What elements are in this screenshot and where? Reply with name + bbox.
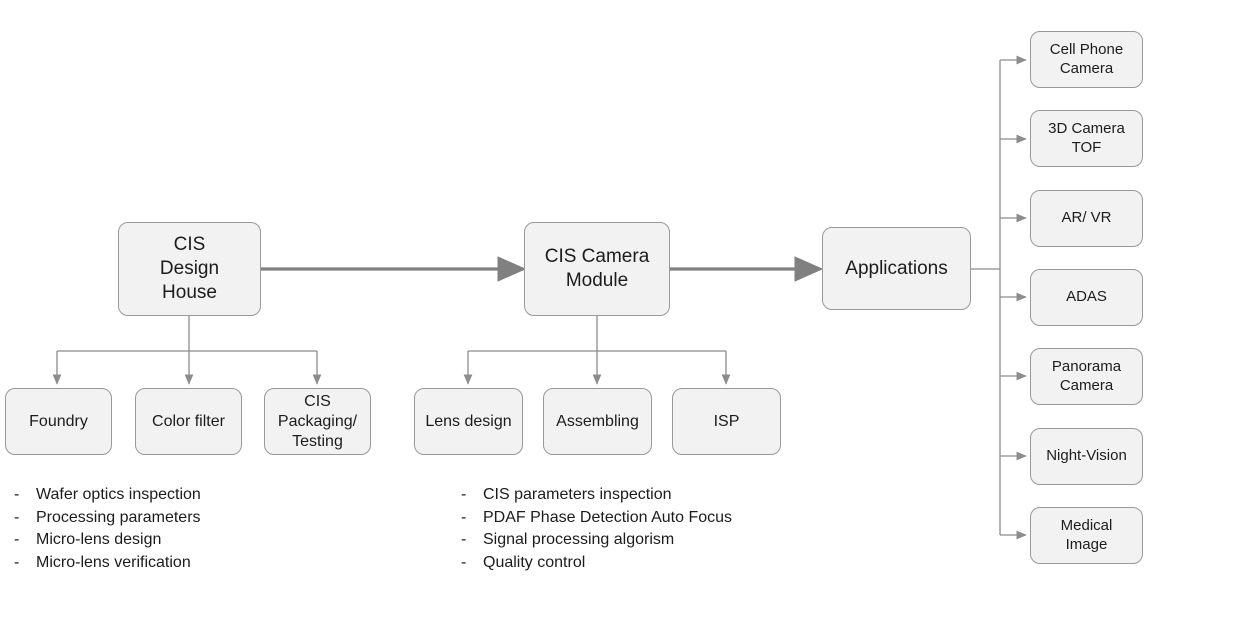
node-adas[interactable]: ADAS xyxy=(1030,269,1143,326)
node-applications-label: Applications xyxy=(845,257,948,279)
node-assembling-label: Assembling xyxy=(556,412,639,430)
node-cell-phone-camera-label: Cell Phone Camera xyxy=(1049,40,1124,77)
notes-left-item: - Micro-lens design xyxy=(14,529,201,552)
bullet-marker: - xyxy=(461,486,467,503)
notes-left-item-text: Micro-lens design xyxy=(36,531,162,549)
node-panorama-camera[interactable]: Panorama Camera xyxy=(1030,348,1143,405)
node-color-filter[interactable]: Color filter xyxy=(135,388,242,455)
node-cis-camera-module[interactable]: CIS Camera Module xyxy=(524,222,670,316)
node-adas-label: ADAS xyxy=(1066,288,1107,306)
applications-branch-connectors xyxy=(971,55,1027,540)
node-night-vision[interactable]: Night-Vision xyxy=(1030,428,1143,485)
node-ar-vr[interactable]: AR/ VR xyxy=(1030,190,1143,247)
notes-middle-item: - CIS parameters inspection xyxy=(461,484,732,507)
node-foundry[interactable]: Foundry xyxy=(5,388,112,455)
notes-left-item: - Micro-lens verification xyxy=(14,552,201,575)
node-cis-packaging-testing[interactable]: CIS Packaging/ Testing xyxy=(264,388,371,455)
notes-left: - Wafer optics inspection - Processing p… xyxy=(14,484,201,574)
notes-middle-item: - Signal processing algorism xyxy=(461,529,732,552)
notes-left-item-text: Wafer optics inspection xyxy=(36,486,201,503)
bullet-marker: - xyxy=(14,486,20,503)
node-isp[interactable]: ISP xyxy=(672,388,781,455)
node-3d-camera-tof-label: 3D Camera TOF xyxy=(1048,119,1125,156)
notes-left-item: - Processing parameters xyxy=(14,507,201,530)
node-medical-image[interactable]: Medical Image xyxy=(1030,507,1143,564)
bullet-marker: - xyxy=(14,531,20,549)
node-panorama-camera-label: Panorama Camera xyxy=(1051,357,1122,394)
node-3d-camera-tof[interactable]: 3D Camera TOF xyxy=(1030,110,1143,167)
node-cis-design-house-label: CIS Design House xyxy=(159,234,220,303)
node-cis-design-house[interactable]: CIS Design House xyxy=(118,222,261,316)
notes-middle-item: - Quality control xyxy=(461,552,732,575)
notes-middle-item: - PDAF Phase Detection Auto Focus xyxy=(461,507,732,530)
node-medical-image-label: Medical Image xyxy=(1060,516,1113,553)
notes-left-item: - Wafer optics inspection xyxy=(14,484,201,507)
node-cis-packaging-testing-label: CIS Packaging/ Testing xyxy=(277,392,358,450)
notes-left-item-text: Processing parameters xyxy=(36,508,201,526)
node-cell-phone-camera[interactable]: Cell Phone Camera xyxy=(1030,31,1143,88)
bullet-marker: - xyxy=(14,553,20,571)
node-lens-design-label: Lens design xyxy=(425,412,512,430)
bullet-marker: - xyxy=(14,508,20,526)
node-applications[interactable]: Applications xyxy=(822,227,971,310)
design-house-branch-connectors xyxy=(52,316,322,385)
node-lens-design[interactable]: Lens design xyxy=(414,388,523,455)
bullet-marker: - xyxy=(461,553,467,571)
notes-middle-item-text: CIS parameters inspection xyxy=(483,486,672,503)
notes-middle-item-text: Quality control xyxy=(483,553,586,571)
node-cis-camera-module-label: CIS Camera Module xyxy=(544,246,650,291)
camera-module-branch-connectors xyxy=(463,316,731,385)
notes-middle-item-text: PDAF Phase Detection Auto Focus xyxy=(483,508,733,526)
node-color-filter-label: Color filter xyxy=(152,412,225,430)
bullet-marker: - xyxy=(461,531,467,549)
notes-middle-item-text: Signal processing algorism xyxy=(483,531,675,549)
notes-left-item-text: Micro-lens verification xyxy=(36,553,191,571)
bullet-marker: - xyxy=(461,508,467,526)
node-ar-vr-label: AR/ VR xyxy=(1061,209,1112,227)
node-isp-label: ISP xyxy=(713,412,740,430)
node-night-vision-label: Night-Vision xyxy=(1046,447,1127,465)
node-foundry-label: Foundry xyxy=(29,412,88,430)
diagram-canvas: CIS Design House CIS Camera Module Appli… xyxy=(0,0,1240,620)
notes-middle: - CIS parameters inspection - PDAF Phase… xyxy=(461,484,732,574)
node-assembling[interactable]: Assembling xyxy=(543,388,652,455)
